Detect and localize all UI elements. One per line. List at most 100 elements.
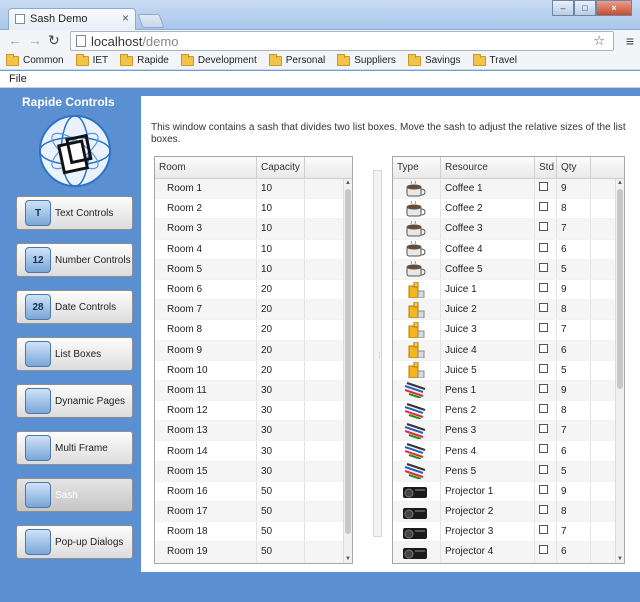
table-row[interactable]: Room 7 20 — [155, 300, 352, 321]
table-row[interactable]: Pens 1 9 — [393, 380, 624, 402]
table-row[interactable]: Room 4 10 — [155, 239, 352, 260]
bookmark-item[interactable]: Personal — [268, 53, 325, 66]
table-row[interactable]: Juice 2 8 — [393, 300, 624, 321]
browser-menu-icon[interactable]: ≡ — [626, 33, 634, 49]
table-row[interactable]: Coffee 3 7 — [393, 219, 624, 240]
table-row[interactable]: Room 17 50 — [155, 502, 352, 523]
column-header-std[interactable]: Std — [535, 157, 557, 178]
sidebar-item-dynamic-pages[interactable]: Dynamic Pages — [16, 384, 133, 418]
column-header-capacity[interactable]: Capacity — [257, 157, 305, 178]
sidebar-item-sash[interactable]: Sash — [16, 478, 133, 512]
table-row[interactable]: Pens 5 5 — [393, 461, 624, 482]
table-row[interactable]: Coffee 1 9 — [393, 179, 624, 200]
sidebar-item-list-boxes[interactable]: List Boxes — [16, 337, 133, 371]
bookmark-item[interactable]: Suppliers — [337, 53, 396, 66]
sidebar-item-text-controls[interactable]: T Text Controls — [16, 196, 133, 230]
scroll-up-icon[interactable]: ▲ — [345, 180, 351, 186]
column-header-qty[interactable]: Qty — [557, 157, 591, 178]
bookmark-item[interactable]: Common — [6, 53, 64, 66]
sidebar-item-number-controls[interactable]: 12 Number Controls — [16, 243, 133, 277]
table-row[interactable]: Room 10 20 — [155, 360, 352, 381]
table-row[interactable]: Room 11 30 — [155, 380, 352, 402]
column-header-resource[interactable]: Resource — [441, 157, 535, 178]
table-row[interactable]: Room 2 10 — [155, 199, 352, 220]
table-row[interactable]: Room 3 10 — [155, 219, 352, 240]
bookmark-item[interactable]: Travel — [472, 53, 517, 66]
resources-listbox[interactable]: Type Resource Std Qty Coffee 1 9 Coffee 2 8… — [392, 156, 625, 564]
scroll-up-icon[interactable]: ▲ — [617, 180, 623, 186]
table-row[interactable]: Room 14 30 — [155, 441, 352, 462]
table-row[interactable]: Room 16 50 — [155, 481, 352, 502]
table-row[interactable]: Room 5 10 — [155, 259, 352, 280]
std-checkbox[interactable] — [539, 343, 548, 353]
table-row[interactable]: Pens 3 7 — [393, 421, 624, 442]
std-checkbox[interactable] — [539, 404, 548, 414]
table-row[interactable]: Coffee 2 8 — [393, 199, 624, 220]
std-checkbox[interactable] — [539, 262, 548, 272]
table-row[interactable]: Projector 1 9 — [393, 481, 624, 502]
column-header-type[interactable]: Type — [393, 157, 441, 178]
std-checkbox[interactable] — [539, 303, 548, 313]
table-row[interactable]: Pens 4 6 — [393, 441, 624, 462]
table-row[interactable]: Room 13 30 — [155, 421, 352, 442]
std-checkbox[interactable] — [539, 424, 548, 434]
maximize-button[interactable]: □ — [574, 0, 596, 16]
table-row[interactable]: Room 18 50 — [155, 522, 352, 543]
table-row[interactable]: Projector 2 8 — [393, 502, 624, 523]
std-checkbox[interactable] — [539, 242, 548, 252]
std-checkbox[interactable] — [539, 222, 548, 232]
table-row[interactable]: Room 12 30 — [155, 401, 352, 422]
menu-file[interactable]: File — [9, 73, 27, 85]
sidebar-item-date-controls[interactable]: 28 Date Controls — [16, 290, 133, 324]
bookmark-star-icon[interactable]: ☆ — [593, 33, 605, 49]
std-checkbox[interactable] — [539, 182, 548, 191]
table-row[interactable]: Projector 3 7 — [393, 522, 624, 543]
tab-close-icon[interactable]: × — [122, 11, 129, 25]
sash-divider[interactable]: ⋮ — [373, 170, 383, 537]
sash-grip-icon[interactable]: ⋮ — [376, 351, 383, 359]
std-checkbox[interactable] — [539, 545, 548, 555]
std-checkbox[interactable] — [539, 444, 548, 454]
address-bar[interactable]: localhost/demo ☆ — [70, 31, 614, 51]
sidebar-item-multi-frame[interactable]: Multi Frame — [16, 431, 133, 465]
rooms-scrollbar[interactable]: ▲ ▼ — [343, 179, 352, 563]
browser-tab[interactable]: Sash Demo × — [8, 8, 136, 30]
sidebar-item-pop-up-dialogs[interactable]: Pop-up Dialogs — [16, 525, 133, 559]
bookmark-item[interactable]: IET — [75, 53, 108, 66]
reload-icon[interactable]: ↻ — [48, 32, 60, 49]
table-row[interactable]: Projector 4 6 — [393, 542, 624, 563]
minimize-button[interactable]: – — [552, 0, 574, 16]
bookmark-item[interactable]: Development — [180, 53, 257, 66]
std-checkbox[interactable] — [539, 323, 548, 333]
rooms-listbox[interactable]: Room Capacity Room 1 10 Room 2 10 Room 3 10 Ro… — [154, 156, 353, 564]
scroll-down-icon[interactable]: ▼ — [617, 556, 623, 562]
table-row[interactable]: Juice 4 6 — [393, 340, 624, 361]
table-row[interactable]: Pens 2 8 — [393, 401, 624, 422]
back-icon[interactable]: ← — [8, 32, 22, 48]
resources-scroll-thumb[interactable] — [617, 189, 623, 389]
std-checkbox[interactable] — [539, 282, 548, 292]
column-header-room[interactable]: Room — [155, 157, 257, 178]
table-row[interactable]: Room 15 30 — [155, 461, 352, 482]
std-checkbox[interactable] — [539, 525, 548, 535]
bookmark-item[interactable]: Savings — [407, 53, 461, 66]
std-checkbox[interactable] — [539, 505, 548, 514]
std-checkbox[interactable] — [539, 464, 548, 474]
scroll-down-icon[interactable]: ▼ — [345, 556, 351, 562]
table-row[interactable]: Coffee 4 6 — [393, 239, 624, 260]
table-row[interactable]: Juice 1 9 — [393, 279, 624, 301]
table-row[interactable]: Coffee 5 5 — [393, 259, 624, 280]
table-row[interactable]: Room 6 20 — [155, 279, 352, 301]
resources-scrollbar[interactable]: ▲ ▼ — [615, 179, 624, 563]
table-row[interactable]: Room 19 50 — [155, 542, 352, 563]
bookmark-item[interactable]: Rapide — [120, 53, 169, 66]
table-row[interactable]: Room 9 20 — [155, 340, 352, 361]
std-checkbox[interactable] — [539, 383, 548, 393]
forward-icon[interactable]: → — [28, 32, 42, 48]
table-row[interactable]: Room 8 20 — [155, 320, 352, 341]
std-checkbox[interactable] — [539, 202, 548, 212]
table-row[interactable]: Juice 5 5 — [393, 360, 624, 381]
rooms-scroll-thumb[interactable] — [345, 189, 351, 534]
std-checkbox[interactable] — [539, 484, 548, 494]
std-checkbox[interactable] — [539, 363, 548, 373]
